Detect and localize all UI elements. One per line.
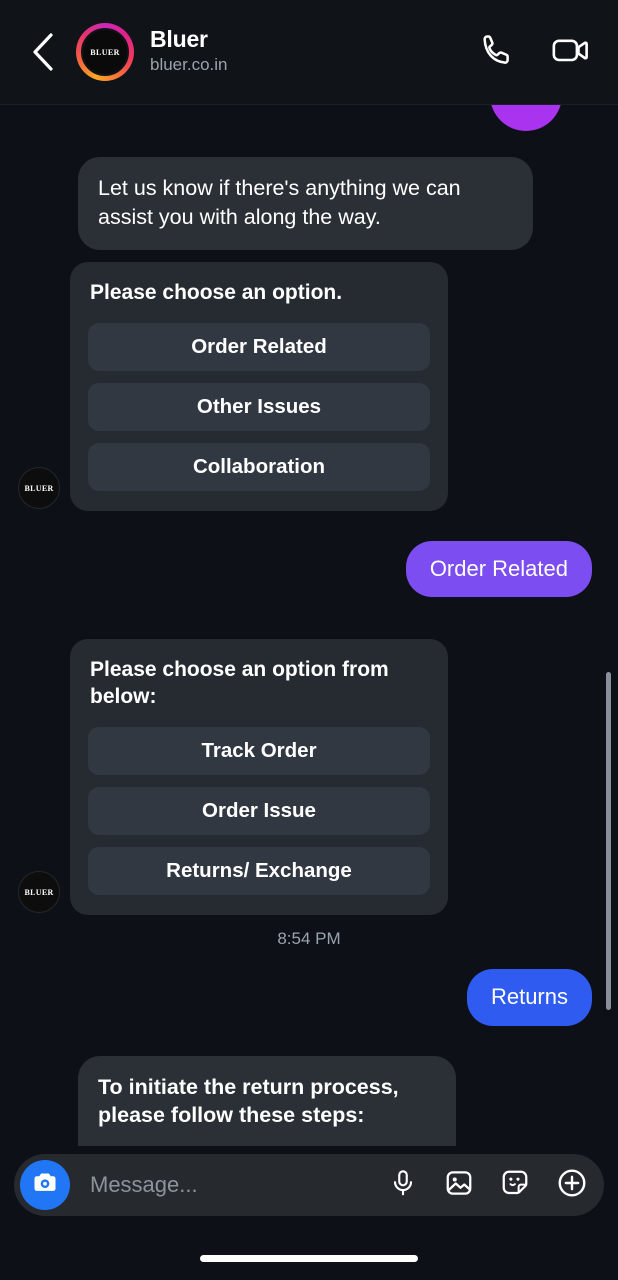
message-bubble-outgoing[interactable]: Returns	[466, 969, 592, 1026]
message-bubble-incoming[interactable]: Let us know if there's anything we can a…	[78, 157, 533, 251]
option-button-collaboration[interactable]: Collaboration	[88, 443, 430, 492]
chat-header: BLUER Bluer bluer.co.in	[0, 0, 618, 105]
camera-button[interactable]	[20, 1160, 70, 1210]
option-button-track-order[interactable]: Track Order	[88, 727, 430, 776]
options-card: Please choose an option. Order Related O…	[70, 262, 448, 512]
chevron-left-icon	[30, 31, 56, 73]
message-bubble-incoming[interactable]: To initiate the return process, please f…	[78, 1055, 456, 1150]
composer	[14, 1154, 604, 1216]
message-bubble-outgoing[interactable]: Order Related	[405, 541, 592, 598]
composer-bar	[0, 1146, 618, 1280]
avatar-label: BLUER	[90, 47, 120, 57]
message-row: Order Related	[0, 541, 618, 598]
option-button-other-issues[interactable]: Other Issues	[88, 383, 430, 432]
header-title-block[interactable]: Bluer bluer.co.in	[150, 25, 478, 77]
option-button-order-related[interactable]: Order Related	[88, 323, 430, 372]
messenger-chat-screen: BLUER Bluer bluer.co.in Let us know if t…	[0, 0, 618, 1280]
options-card-title: Please choose an option from below:	[90, 658, 389, 709]
image-icon	[444, 1168, 474, 1203]
options-card-title: Please choose an option.	[90, 281, 343, 305]
message-row: BLUER Please choose an option. Order Rel…	[0, 262, 618, 512]
avatar-inner: BLUER	[81, 28, 129, 76]
sticker-smiley-icon	[500, 1168, 530, 1203]
microphone-icon	[388, 1168, 418, 1203]
voice-call-button[interactable]	[478, 31, 516, 74]
composer-actions	[388, 1167, 588, 1204]
header-actions	[478, 30, 590, 75]
plus-circle-icon	[556, 1167, 588, 1204]
video-call-button[interactable]	[550, 30, 590, 75]
message-row: Let us know if there's anything we can a…	[0, 157, 618, 251]
add-attachment-button[interactable]	[556, 1167, 588, 1204]
message-text-line: To initiate the return process,	[98, 1074, 399, 1099]
message-row: Returns	[0, 969, 618, 1026]
message-row: BLUER Please choose an option from below…	[0, 639, 618, 916]
camera-icon	[31, 1169, 59, 1202]
page-title: Bluer	[150, 25, 208, 52]
video-camera-icon	[550, 30, 590, 75]
chat-scrollbar[interactable]	[606, 672, 611, 1010]
options-card: Please choose an option from below: Trac…	[70, 639, 448, 916]
message-list[interactable]: Hi Let us know if there's anything we ca…	[0, 105, 618, 1150]
message-timestamp: 8:54 PM	[277, 929, 341, 949]
message-text-line: please follow these steps:	[98, 1103, 365, 1128]
bot-avatar-label: BLUER	[24, 887, 54, 897]
voice-record-button[interactable]	[388, 1168, 418, 1203]
gallery-button[interactable]	[444, 1168, 474, 1203]
home-indicator	[200, 1255, 418, 1262]
phone-icon	[478, 31, 516, 74]
option-button-returns-exchange[interactable]: Returns/ Exchange	[88, 847, 430, 896]
back-button[interactable]	[30, 30, 64, 74]
bot-avatar: BLUER	[18, 871, 60, 914]
page-subtitle: bluer.co.in	[150, 55, 228, 75]
sticker-button[interactable]	[500, 1168, 530, 1203]
option-button-order-issue[interactable]: Order Issue	[88, 787, 430, 836]
bot-avatar-label: BLUER	[24, 483, 54, 493]
message-row: To initiate the return process, please f…	[0, 1055, 618, 1150]
message-input[interactable]	[70, 1172, 388, 1198]
avatar[interactable]: BLUER	[76, 23, 134, 81]
bot-avatar: BLUER	[18, 467, 60, 510]
